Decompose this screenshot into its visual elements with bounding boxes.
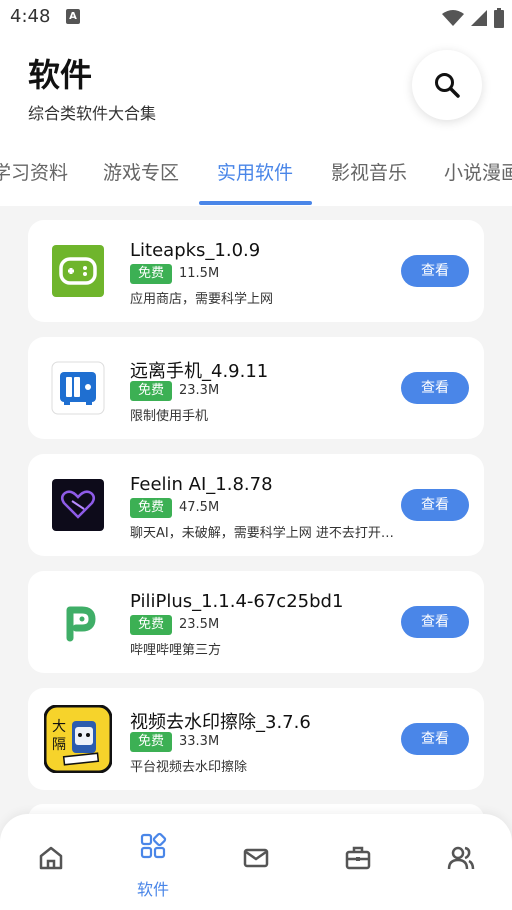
nav-toolbox[interactable] — [307, 814, 409, 910]
app-name: 远离手机_4.9.11 — [130, 361, 269, 382]
bottom-navigation: 软件 — [0, 814, 512, 910]
search-button[interactable] — [412, 50, 482, 120]
app-description: 哔哩哔哩第三方 — [130, 643, 222, 658]
nav-messages[interactable] — [205, 814, 307, 910]
free-badge: 免费 — [130, 264, 172, 284]
nav-profile[interactable] — [410, 814, 512, 910]
app-name: 视频去水印擦除_3.7.6 — [130, 712, 311, 733]
nav-software[interactable]: 软件 — [102, 814, 204, 910]
free-badge: 免费 — [130, 732, 172, 752]
nav-home[interactable] — [0, 814, 102, 910]
tab-games[interactable]: 游戏专区 — [103, 158, 179, 185]
notification-icon: A — [66, 9, 80, 24]
app-size: 47.5M — [179, 500, 220, 515]
mail-icon — [243, 848, 269, 868]
free-badge: 免费 — [130, 498, 172, 518]
status-icons — [442, 8, 504, 28]
app-card[interactable]: 大 隔 视频去水印擦除_3.7.6 免费 33.3M 平台视频去水印擦除 查看 — [28, 688, 484, 790]
app-name: PiliPlus_1.1.4-67c25bd1 — [130, 591, 344, 612]
battery-icon — [494, 8, 504, 28]
free-badge: 免费 — [130, 615, 172, 635]
search-icon — [435, 73, 460, 98]
apps-grid-icon — [140, 832, 167, 859]
app-card[interactable]: PiliPlus_1.1.4-67c25bd1 免费 23.5M 哔哩哔哩第三方… — [28, 571, 484, 673]
signal-icon — [471, 10, 487, 26]
app-name: Liteapks_1.0.9 — [130, 240, 261, 261]
page-subtitle: 综合类软件大合集 — [28, 104, 157, 123]
tab-video-music[interactable]: 影视音乐 — [331, 158, 407, 185]
view-button[interactable]: 查看 — [401, 255, 469, 287]
app-card[interactable]: Feelin AI_1.8.78 免费 47.5M 聊天AI，未破解，需要科学上… — [28, 454, 484, 556]
phone-safe-icon — [44, 354, 112, 422]
app-size: 23.3M — [179, 383, 220, 398]
status-time: 4:48 — [10, 6, 51, 27]
toolbox-icon — [345, 846, 371, 870]
category-tabs: 学习资料 游戏专区 实用软件 影视音乐 小说漫画 — [0, 150, 512, 206]
tab-study[interactable]: 学习资料 — [0, 158, 68, 185]
svg-text:大: 大 — [52, 719, 66, 735]
piliplus-logo-icon — [44, 588, 112, 656]
app-size: 33.3M — [179, 734, 220, 749]
wifi-icon — [442, 10, 464, 26]
home-icon — [39, 846, 63, 870]
app-card[interactable]: Liteapks_1.0.9 免费 11.5M 应用商店，需要科学上网 查看 — [28, 220, 484, 322]
app-description: 聊天AI，未破解，需要科学上网 进不去打开应用 — [130, 526, 402, 541]
users-icon — [447, 846, 475, 870]
nav-label: 软件 — [136, 880, 169, 899]
view-button[interactable]: 查看 — [401, 372, 469, 404]
app-size: 11.5M — [179, 266, 220, 281]
page-title: 软件 — [28, 56, 93, 94]
app-description: 限制使用手机 — [130, 409, 209, 424]
app-description: 平台视频去水印擦除 — [130, 760, 248, 775]
app-size: 23.5M — [179, 617, 220, 632]
view-button[interactable]: 查看 — [401, 489, 469, 521]
status-bar: 4:48 A — [0, 0, 512, 36]
view-button[interactable]: 查看 — [401, 723, 469, 755]
app-name: Feelin AI_1.8.78 — [130, 474, 273, 495]
app-card[interactable]: 远离手机_4.9.11 免费 23.3M 限制使用手机 查看 — [28, 337, 484, 439]
active-tab-indicator — [199, 201, 312, 205]
free-badge: 免费 — [130, 381, 172, 401]
tab-utilities[interactable]: 实用软件 — [217, 158, 293, 185]
svg-text:隔: 隔 — [52, 737, 66, 753]
app-description: 应用商店，需要科学上网 — [130, 292, 274, 307]
watermark-eraser-icon: 大 隔 — [43, 704, 113, 774]
heart-ai-icon — [44, 471, 112, 539]
view-button[interactable]: 查看 — [401, 606, 469, 638]
header-area: 4:48 A 软件 综合类软件大合集 学习资料 游戏专区 实用软件 影视音乐 小… — [0, 0, 512, 206]
tab-novels-comics[interactable]: 小说漫画 — [444, 158, 512, 185]
gamepad-icon — [44, 237, 112, 305]
